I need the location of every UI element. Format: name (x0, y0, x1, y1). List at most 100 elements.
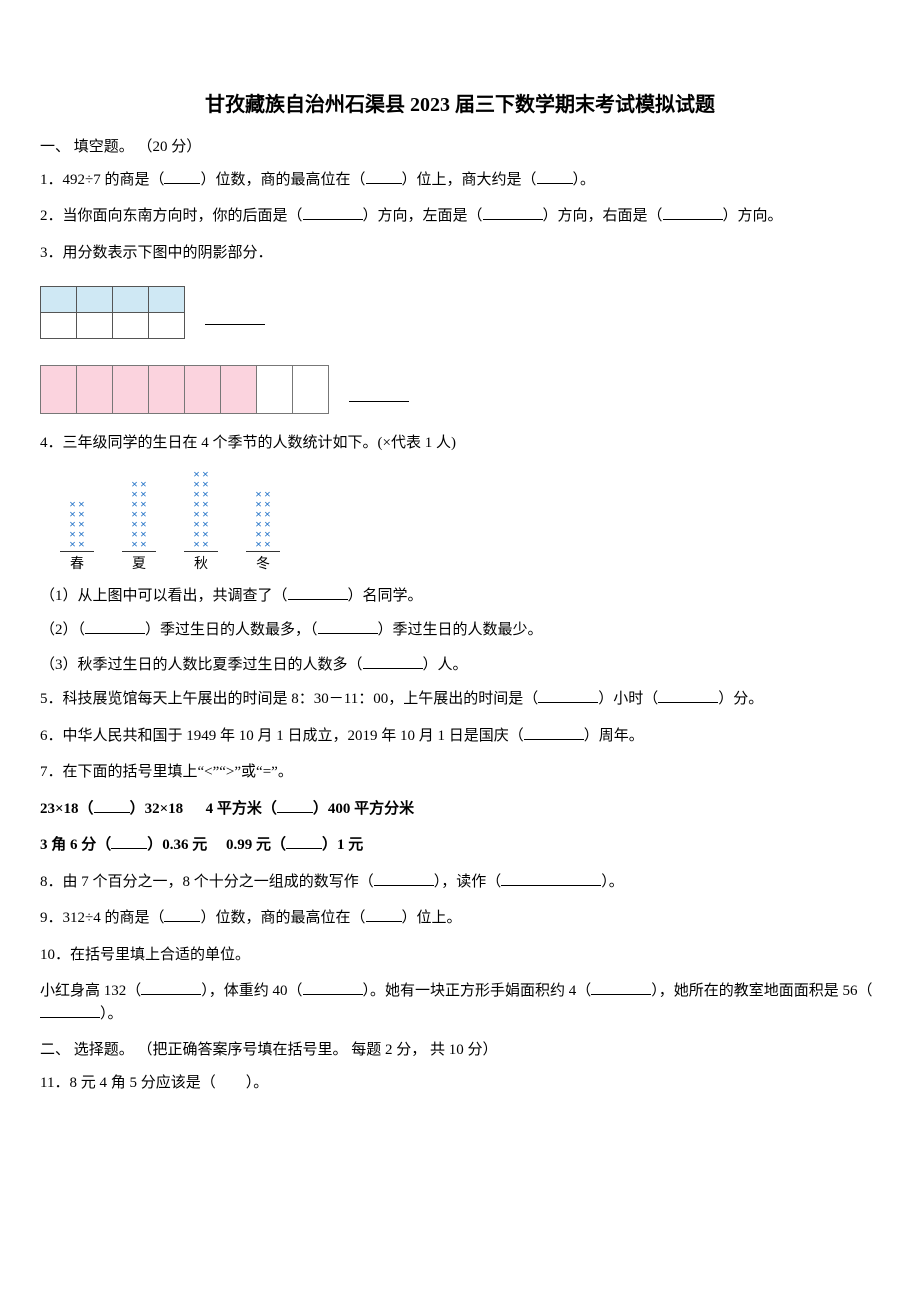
q3-figure-2 (40, 365, 329, 414)
q10-blank-3[interactable] (591, 980, 651, 995)
q9-t1: 9．312÷4 的商是（ (40, 910, 164, 926)
q4-sub1-t2: ）名同学。 (348, 588, 423, 604)
q4-sub-1: （1）从上图中可以看出，共调查了（ ）名同学。 (40, 585, 880, 608)
question-2: 2．当你面向东南方向时，你的后面是（ ）方向，左面是（ ）方向，右面是（ ）方向。 (40, 205, 880, 228)
question-10-body: 小红身高 132（ ），体重约 40（ ）。她有一块正方形手娟面积约 4（ ），她所在… (40, 980, 880, 1025)
question-4: 4．三年级同学的生日在 4 个季节的人数统计如下。(×代表 1 人) (40, 432, 880, 455)
q4-sub2-blank-1[interactable] (85, 619, 145, 634)
q7-blank-1[interactable] (94, 798, 130, 813)
q7-blank-2[interactable] (277, 798, 313, 813)
picto-mark-icon: × (264, 539, 271, 549)
q1-text-4: ）。 (573, 172, 596, 188)
q4-sub2-t3: ）季过生日的人数最少。 (378, 622, 543, 638)
q9-t3: ）位上。 (402, 910, 462, 926)
q1-blank-1[interactable] (164, 169, 200, 184)
q4-sub-2: （2）（）季过生日的人数最多，（）季过生日的人数最少。 (40, 619, 880, 642)
q10-t2: ），体重约 40（ (201, 983, 302, 999)
q8-t2: ），读作（ (434, 874, 502, 890)
q4-sub3-t2: ）人。 (423, 657, 468, 673)
picto-label: 冬 (246, 551, 280, 575)
q4-sub2-blank-2[interactable] (318, 619, 378, 634)
question-6: 6．中华人民共和国于 1949 年 10 月 1 日成立，2019 年 10 月… (40, 725, 880, 748)
q10-t1: 小红身高 132（ (40, 983, 141, 999)
question-1: 1．492÷7 的商是（ ）位数，商的最高位在（ ）位上，商大约是（ ）。 (40, 169, 880, 192)
picto-mark-icon: × (255, 539, 262, 549)
q1-text-2: ）位数，商的最高位在（ (200, 172, 365, 188)
q7-l2c: 0.99 元（ (226, 837, 286, 853)
q2-text-1: 2．当你面向东南方向时，你的后面是（ (40, 208, 303, 224)
q7-l1b: ）32×18 (130, 801, 184, 817)
q2-text-2: ）方向，左面是（ (363, 208, 483, 224)
q9-t2: ）位数，商的最高位在（ (200, 910, 365, 926)
q1-blank-2[interactable] (366, 169, 402, 184)
q8-blank-2[interactable] (501, 871, 601, 886)
q8-blank-1[interactable] (374, 871, 434, 886)
q1-text-1: 1．492÷7 的商是（ (40, 172, 164, 188)
q2-blank-2[interactable] (483, 205, 543, 220)
q4-pictograph: ××××××××××春××××××××××××××夏××××××××××××××… (60, 469, 880, 579)
q5-t3: ）分。 (718, 691, 763, 707)
q10-blank-2[interactable] (303, 980, 363, 995)
q7-l1d: ）400 平方分米 (313, 801, 414, 817)
q7-l2d: ）1 元 (322, 837, 363, 853)
picto-label: 夏 (122, 551, 156, 575)
q6-t2: ）周年。 (584, 728, 644, 744)
q8-t3: ）。 (601, 874, 624, 890)
q2-text-3: ）方向，右面是（ (543, 208, 663, 224)
q4-sub1-blank[interactable] (288, 585, 348, 600)
picto-col-夏: ××××××××××××××夏 (122, 479, 156, 575)
picto-mark-icon: × (202, 539, 209, 549)
q7-l2a: 3 角 6 分（ (40, 837, 111, 853)
picto-mark-icon: × (140, 539, 147, 549)
q3-figure-1 (40, 286, 185, 339)
q4-sub3-blank[interactable] (363, 654, 423, 669)
q1-text-3: ）位上，商大约是（ (402, 172, 537, 188)
picto-label: 春 (60, 551, 94, 575)
picto-col-秋: ××××××××××××××××秋 (184, 469, 218, 575)
q3-figure-2-wrap (40, 357, 880, 432)
question-10-intro: 10．在括号里填上合适的单位。 (40, 944, 880, 967)
q5-blank-2[interactable] (658, 688, 718, 703)
picto-col-冬: ××××××××××××冬 (246, 489, 280, 575)
question-8: 8．由 7 个百分之一，8 个十分之一组成的数写作（ ），读作（ ）。 (40, 871, 880, 894)
q6-t1: 6．中华人民共和国于 1949 年 10 月 1 日成立，2019 年 10 月… (40, 728, 524, 744)
picto-label: 秋 (184, 551, 218, 575)
q10-t3: ）。她有一块正方形手娟面积约 4（ (363, 983, 592, 999)
q3-answer-2[interactable] (349, 387, 409, 402)
question-7-line1: 23×18（ ）32×18 4 平方米（ ）400 平方分米 (40, 798, 880, 821)
q4-sub1-t1: （1）从上图中可以看出，共调查了（ (40, 588, 288, 604)
question-5: 5．科技展览馆每天上午展出的时间是 8：30－11：00，上午展出的时间是（ ）小… (40, 688, 880, 711)
q9-blank-1[interactable] (164, 907, 200, 922)
question-11: 11．8 元 4 角 5 分应该是（ ）。 (40, 1072, 880, 1095)
q7-l2b: ）0.36 元 (147, 837, 207, 853)
q7-blank-3[interactable] (111, 834, 147, 849)
q5-t1: 5．科技展览馆每天上午展出的时间是 8：30－11：00，上午展出的时间是（ (40, 691, 538, 707)
q4-sub-3: （3）秋季过生日的人数比夏季过生日的人数多（ ）人。 (40, 654, 880, 677)
picto-mark-icon: × (131, 539, 138, 549)
q2-blank-1[interactable] (303, 205, 363, 220)
q10-t4: ），她所在的教室地面面积是 56（ (651, 983, 872, 999)
q8-t1: 8．由 7 个百分之一，8 个十分之一组成的数写作（ (40, 874, 374, 890)
q7-l1a: 23×18（ (40, 801, 94, 817)
page-title: 甘孜藏族自治州石渠县 2023 届三下数学期末考试模拟试题 (40, 90, 880, 120)
question-3: 3．用分数表示下图中的阴影部分． (40, 242, 880, 265)
q10-blank-1[interactable] (141, 980, 201, 995)
q5-blank-1[interactable] (538, 688, 598, 703)
q3-answer-1[interactable] (205, 310, 265, 325)
q7-l1c: 4 平方米（ (206, 801, 277, 817)
picto-mark-icon: × (69, 539, 76, 549)
section-2-heading: 二、 选择题。 （把正确答案序号填在括号里。 每题 2 分， 共 10 分） (40, 1039, 880, 1062)
q1-blank-3[interactable] (537, 169, 573, 184)
q4-sub3-t1: （3）秋季过生日的人数比夏季过生日的人数多（ (40, 657, 363, 673)
q5-t2: ）小时（ (598, 691, 658, 707)
q2-text-4: ）方向。 (723, 208, 783, 224)
q6-blank[interactable] (524, 725, 584, 740)
q2-blank-3[interactable] (663, 205, 723, 220)
question-7-intro: 7．在下面的括号里填上“<”“>”或“=”。 (40, 761, 880, 784)
q10-t5: ）。 (100, 1006, 123, 1022)
picto-mark-icon: × (193, 539, 200, 549)
q7-blank-4[interactable] (286, 834, 322, 849)
q10-blank-4[interactable] (40, 1003, 100, 1018)
q4-sub2-t2: ）季过生日的人数最多，（ (145, 622, 318, 638)
q9-blank-2[interactable] (366, 907, 402, 922)
